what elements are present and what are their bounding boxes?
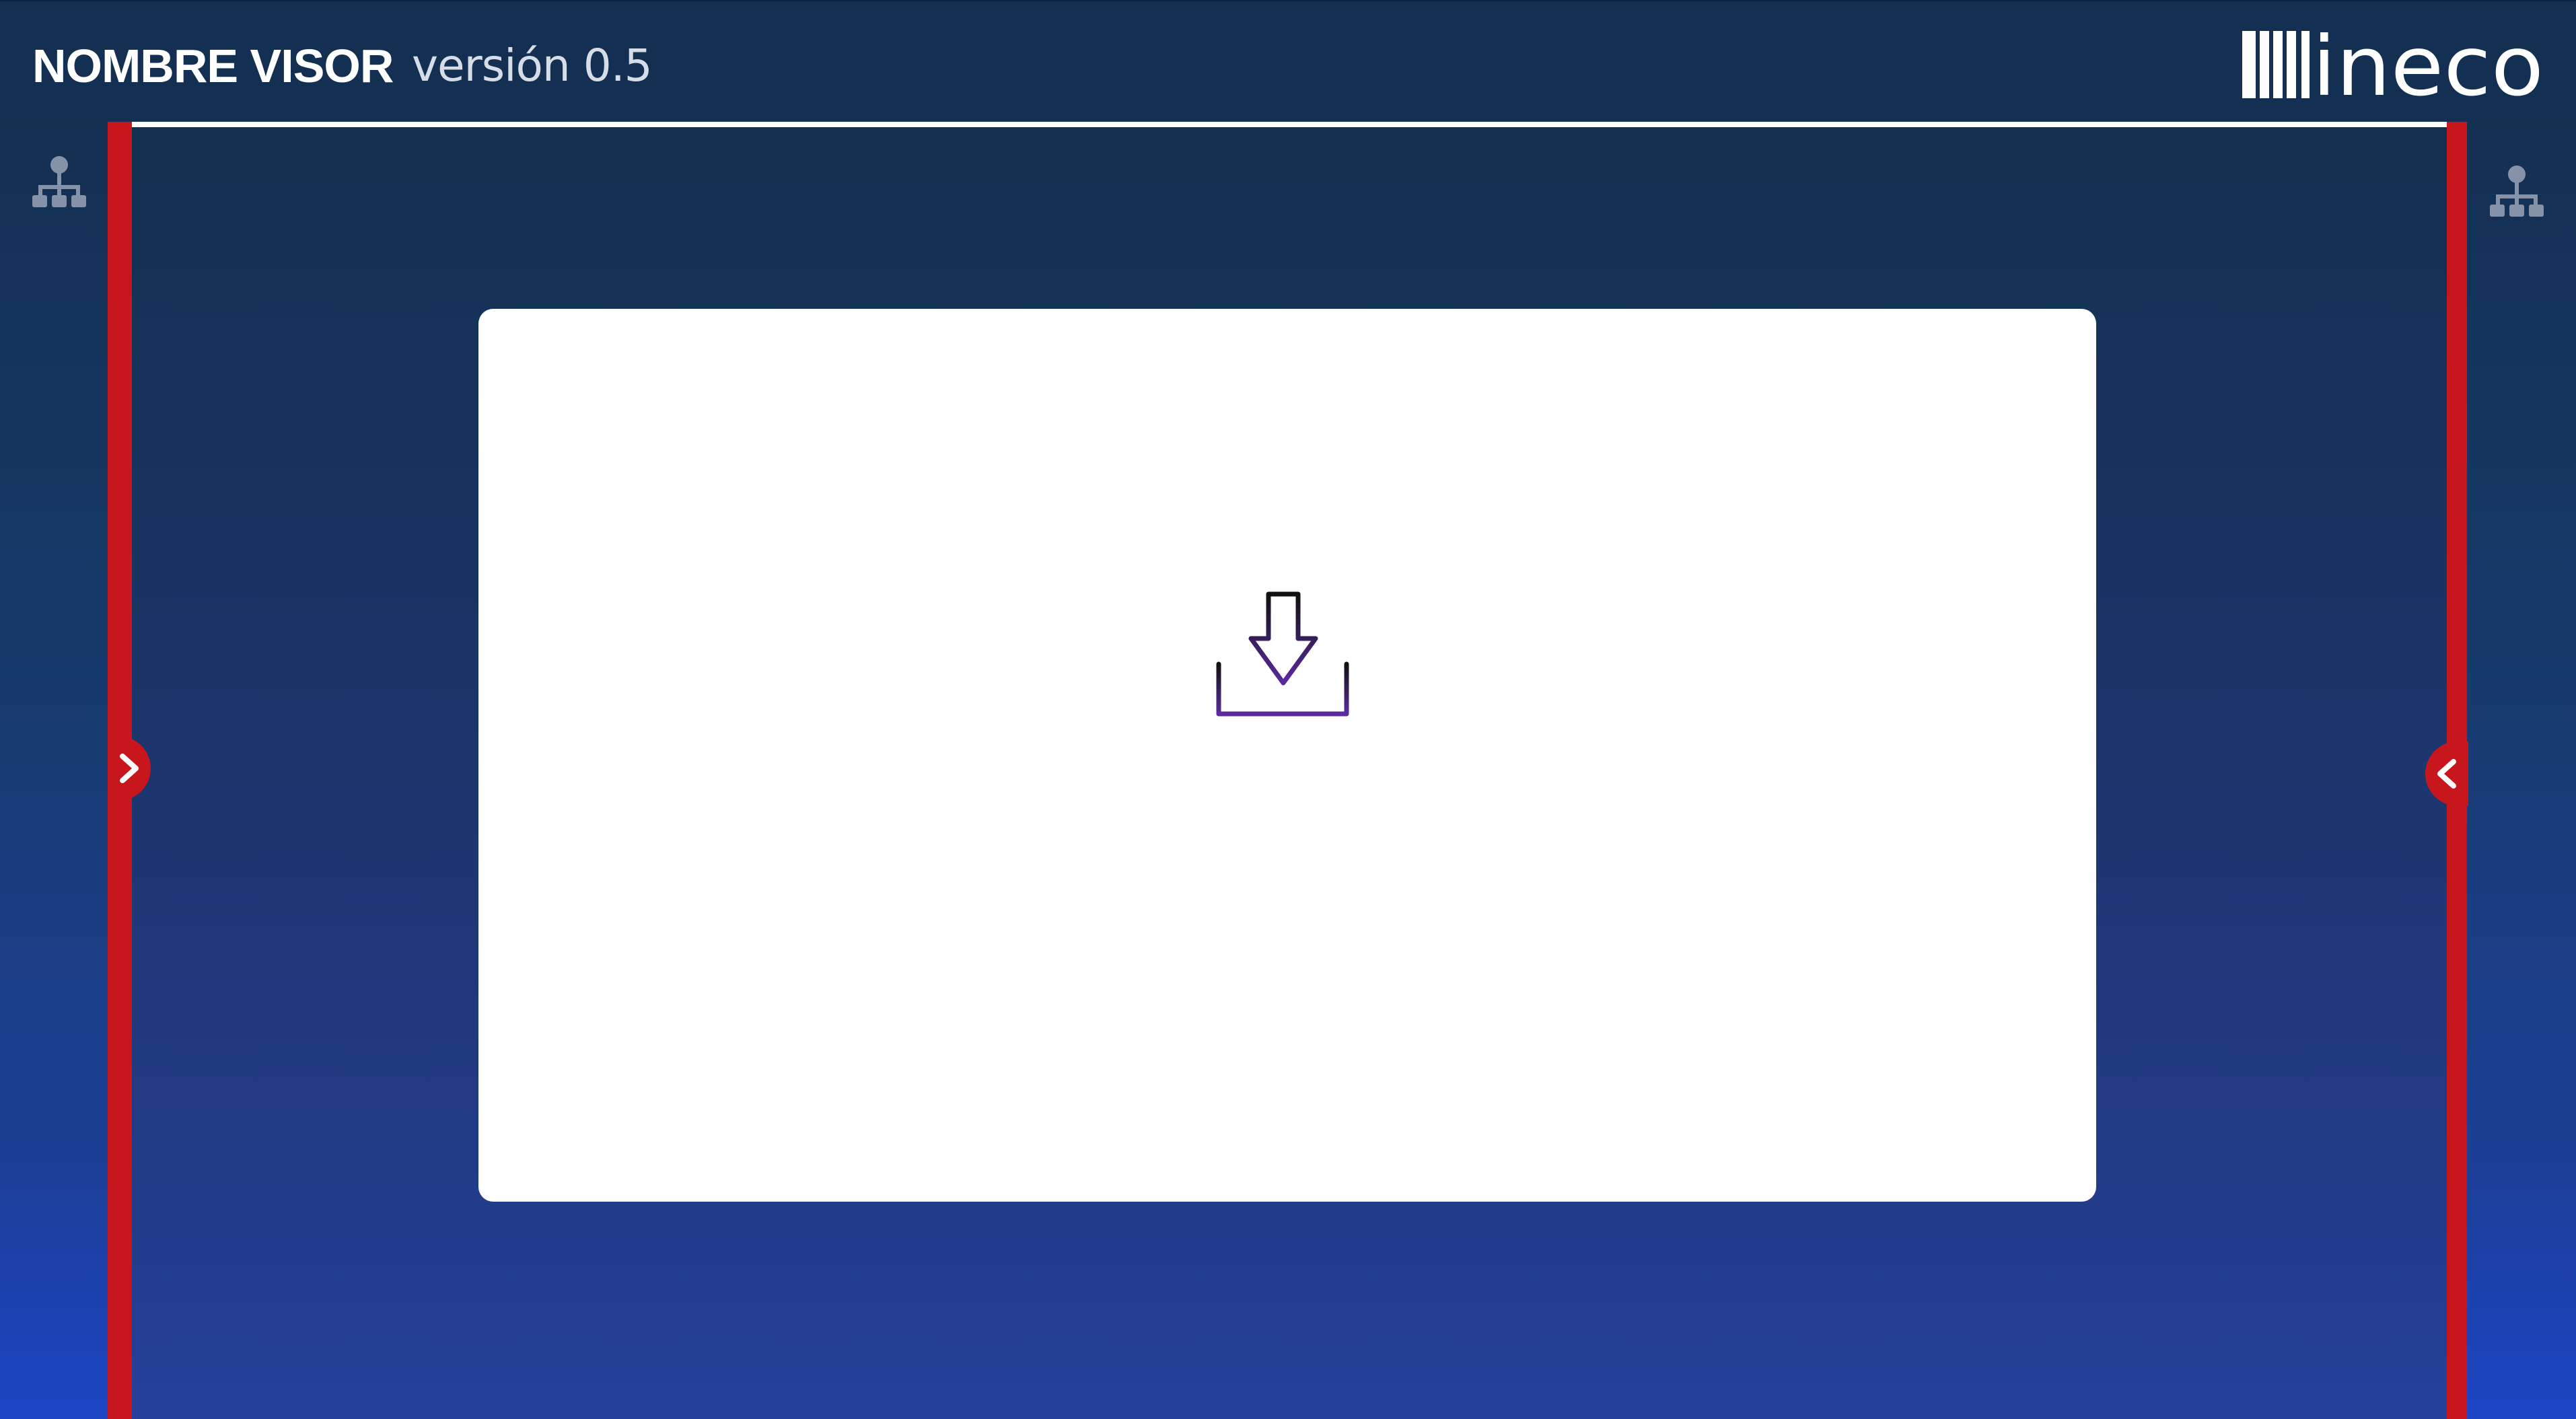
app-header: NOMBRE VISOR versión 0.5 ineco [0,0,2576,122]
app-version: versión 0.5 [412,40,653,92]
chevron-left-icon [2437,759,2456,789]
header-divider [132,122,2447,127]
right-side-panel [2466,127,2576,1419]
ineco-logo: ineco [2242,28,2544,98]
chevron-right-icon [120,754,139,783]
file-dropzone[interactable] [478,309,2096,1202]
left-side-panel [0,127,108,1419]
logo-wordmark: ineco [2312,28,2544,98]
hierarchy-icon[interactable] [32,156,86,209]
hierarchy-icon[interactable] [2490,166,2544,218]
main-viewer-area [132,127,2447,1419]
download-tray-icon [1216,591,1349,717]
app-title: NOMBRE VISOR [32,40,394,92]
